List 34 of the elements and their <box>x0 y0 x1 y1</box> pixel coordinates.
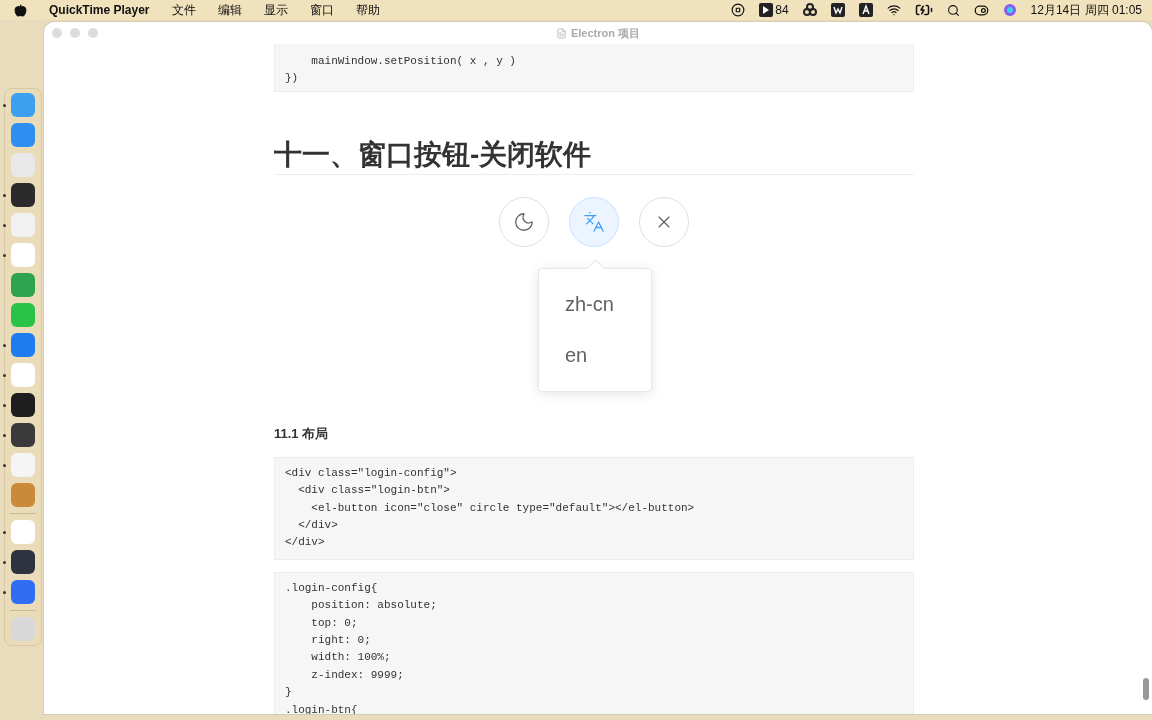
code-block: .login-config{ position: absolute; top: 0; right: 0; width: 100%; z-index: 9999; } .login-btn{ <box>273 571 914 714</box>
menu-option[interactable]: zh-cn <box>538 278 651 330</box>
siri-icon[interactable] <box>1002 3 1017 17</box>
clock[interactable]: 12月14日 周四 01:05 <box>1030 1 1142 19</box>
translate-icon <box>582 210 605 233</box>
control-center-icon[interactable] <box>973 2 989 18</box>
app-icon[interactable] <box>10 550 35 574</box>
document-icon <box>555 27 567 39</box>
apple-icon[interactable] <box>14 3 27 17</box>
app-icon[interactable] <box>10 393 35 417</box>
cloud-icon[interactable] <box>802 3 817 17</box>
menu-item[interactable]: 编辑 <box>217 1 242 19</box>
moon-icon <box>512 210 535 233</box>
input-method-icon[interactable] <box>858 3 873 17</box>
app-icon[interactable] <box>10 423 35 447</box>
section-heading: 十一、窗口按钮-关闭软件 <box>273 137 914 175</box>
menu-item[interactable]: 文件 <box>171 1 196 19</box>
search-icon[interactable] <box>946 3 960 17</box>
window-title: Electron 项目 <box>570 25 640 41</box>
menu-option[interactable]: en <box>538 329 651 381</box>
app-status-icon[interactable] <box>830 3 845 17</box>
scrollbar[interactable] <box>1143 678 1149 700</box>
subsection-heading: 11.1 布局 <box>273 424 330 443</box>
code-block: mainWindow.setPosition( x , y ) }) <box>273 44 914 92</box>
menu-item[interactable]: 窗口 <box>309 1 334 19</box>
app-icon[interactable] <box>10 183 35 207</box>
menu-item[interactable]: 显示 <box>263 1 288 19</box>
menu-item[interactable]: 帮助 <box>355 1 380 19</box>
wifi-icon[interactable] <box>886 3 901 17</box>
badge-count: 84 <box>775 3 789 17</box>
app-status-icon[interactable] <box>759 3 774 17</box>
menu-item[interactable]: QuickTime Player <box>49 3 150 17</box>
code-block: <div class="login-config"> <div class="login-btn"> <el-button icon="close" circle type="default"></el-button> </div> </div> <box>273 456 914 560</box>
record-icon[interactable] <box>731 3 746 17</box>
